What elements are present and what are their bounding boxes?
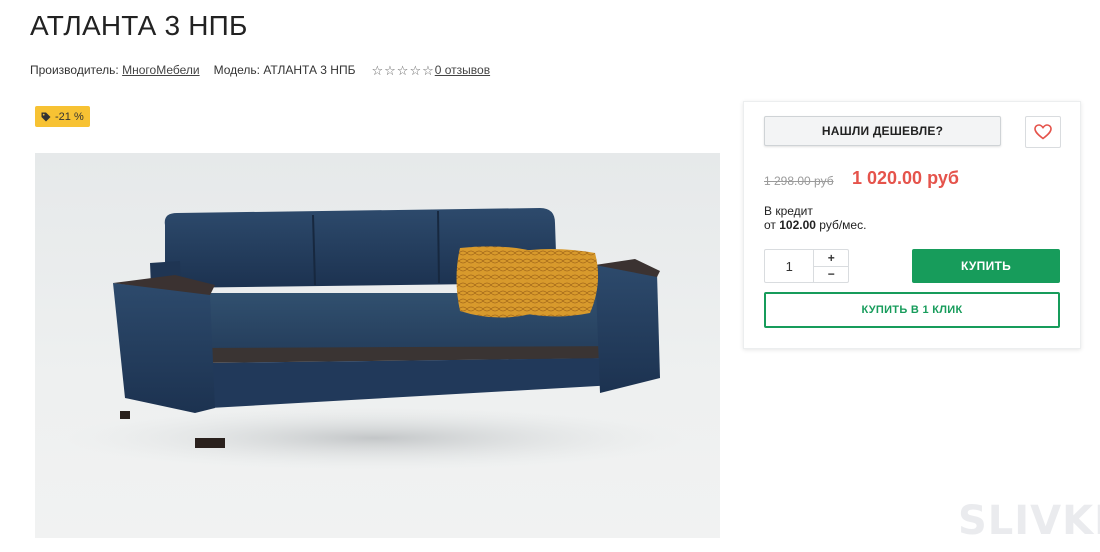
buy-one-click-button[interactable]: КУПИТЬ В 1 КЛИК [764, 292, 1060, 328]
manufacturer-label: Производитель: [30, 63, 119, 77]
discount-badge: -21 % [35, 106, 90, 127]
model-value: АТЛАНТА 3 НПБ [263, 63, 356, 77]
current-price: 1 020.00 руб [852, 168, 959, 188]
quantity-decrease-button[interactable]: − [814, 267, 848, 283]
product-title: АТЛАНТА 3 НПБ [30, 10, 248, 41]
star-outline-icon[interactable]: ☆ [409, 64, 421, 77]
tag-icon [41, 112, 51, 121]
sofa-illustration [65, 208, 685, 470]
manufacturer-link[interactable]: МногоМебели [122, 63, 199, 77]
star-outline-icon[interactable]: ☆ [422, 64, 434, 77]
credit-monthly: от 102.00 руб/мес. [764, 218, 866, 232]
purchase-panel: НАШЛИ ДЕШЕВЛЕ? 1 298.00 руб 1 020.00 руб… [743, 101, 1081, 349]
buy-button[interactable]: КУПИТЬ [912, 249, 1060, 283]
star-outline-icon[interactable]: ☆ [397, 64, 409, 77]
site-watermark: SLIVKI [958, 498, 1100, 544]
product-meta: Производитель: МногоМебели Модель: АТЛАН… [30, 63, 490, 77]
credit-amount: 102.00 [779, 218, 816, 232]
quantity-input[interactable]: 1 [765, 250, 815, 282]
reviews-link[interactable]: 0 отзывов [435, 63, 490, 77]
model-label: Модель: [213, 63, 260, 77]
star-outline-icon[interactable]: ☆ [371, 64, 383, 77]
credit-suffix: руб/мес. [819, 218, 867, 232]
quantity-increase-button[interactable]: + [814, 250, 848, 267]
credit-label: В кредит [764, 204, 813, 218]
discount-value: -21 % [55, 110, 84, 123]
credit-prefix: от [764, 218, 776, 232]
rating-stars[interactable]: ☆ ☆ ☆ ☆ ☆ [371, 64, 434, 77]
old-price: 1 298.00 руб [764, 174, 834, 188]
quantity-stepper: 1 + − [764, 249, 849, 283]
favorite-button[interactable] [1025, 116, 1061, 148]
heart-icon [1034, 124, 1052, 140]
star-outline-icon[interactable]: ☆ [384, 64, 396, 77]
found-cheaper-button[interactable]: НАШЛИ ДЕШЕВЛЕ? [764, 116, 1001, 146]
product-image[interactable] [35, 153, 720, 538]
